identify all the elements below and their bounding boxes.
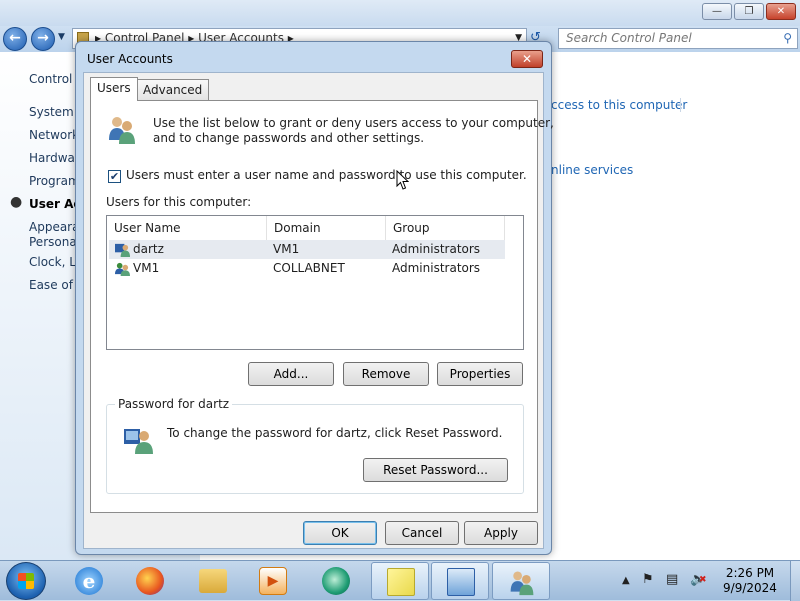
sidebar-item-hardware[interactable]: Hardwar	[29, 151, 80, 165]
mouse-cursor-icon	[396, 170, 409, 190]
user-accounts-icon	[510, 571, 534, 596]
properties-button[interactable]: Properties	[437, 362, 523, 386]
link-divider	[680, 98, 681, 112]
intro-text-line1: Use the list below to grant or deny user…	[153, 116, 554, 130]
system-clock[interactable]: 2:26 PM 9/9/2024	[718, 566, 782, 596]
link-grant-access[interactable]: ccess to this computer	[551, 98, 687, 112]
firefox-icon	[136, 567, 164, 595]
link-online-services[interactable]: nline services	[551, 163, 633, 177]
search-input[interactable]: Search Control Panel ⚲	[558, 28, 798, 49]
tab-users[interactable]: Users	[90, 77, 138, 101]
minimize-button[interactable]: —	[702, 3, 732, 20]
user-accounts-dialog: User Accounts ✕ Users Advanced Use the l…	[75, 41, 554, 555]
column-header-user-name[interactable]: User Name	[107, 216, 267, 240]
users-list[interactable]: User Name Domain Group dartz VM1 Adminis…	[106, 215, 524, 350]
taskbar-control-panel[interactable]	[431, 562, 489, 600]
taskbar-windows-explorer[interactable]	[184, 562, 242, 600]
show-hidden-icons-chevron-icon[interactable]: ▲	[622, 575, 630, 586]
user-icon	[115, 262, 130, 276]
show-desktop-button[interactable]	[790, 561, 800, 601]
explorer-folder-icon	[199, 569, 227, 593]
clock-date: 9/9/2024	[723, 581, 777, 595]
intro-text-line2: and to change passwords and other settin…	[153, 131, 425, 145]
table-row[interactable]: VM1 COLLABNET Administrators	[109, 259, 505, 278]
user-icon	[115, 243, 130, 257]
back-icon[interactable]: ←	[3, 27, 27, 51]
dialog-body: Users Advanced Use the list below to gra…	[83, 72, 554, 549]
password-groupbox: Password for dartz To change the passwor…	[106, 397, 524, 494]
action-center-flag-icon[interactable]: ⚑	[642, 572, 654, 587]
sidebar-item-programs[interactable]: Program	[29, 174, 80, 188]
taskbar-internet-explorer[interactable]: e	[60, 562, 118, 600]
control-panel-icon	[447, 568, 475, 596]
users-list-label: Users for this computer:	[106, 195, 252, 209]
taskbar-media-player[interactable]: ▶	[244, 562, 302, 600]
cell-domain: VM1	[273, 242, 300, 256]
sidebar-item-personalization[interactable]: Personal	[29, 235, 80, 249]
users-tab-panel: Use the list below to grant or deny user…	[90, 100, 554, 513]
sidebar-item-network[interactable]: Network	[29, 128, 79, 142]
search-icon[interactable]: ⚲	[783, 29, 792, 48]
column-header-domain[interactable]: Domain	[267, 216, 386, 240]
apply-button[interactable]: Apply	[464, 521, 538, 545]
table-row[interactable]: dartz VM1 Administrators	[109, 240, 505, 259]
ok-button[interactable]: OK	[303, 521, 377, 545]
sidebar-item-appearance[interactable]: Appeara	[29, 220, 79, 234]
cell-user-name: VM1	[133, 261, 160, 275]
require-password-label[interactable]: Users must enter a user name and passwor…	[126, 168, 527, 182]
clock-time: 2:26 PM	[725, 566, 775, 580]
app-icon	[322, 567, 350, 595]
sticky-notes-icon	[387, 568, 415, 596]
password-group-legend: Password for dartz	[115, 397, 233, 411]
user-password-icon	[124, 429, 153, 454]
add-button[interactable]: Add...	[248, 362, 334, 386]
column-header-group[interactable]: Group	[386, 216, 505, 240]
current-item-bullet: ●	[10, 194, 23, 210]
control-panel-titlebar: — ❐ ✕	[0, 0, 800, 26]
media-player-icon: ▶	[259, 567, 287, 595]
cell-domain: COLLABNET	[273, 261, 345, 275]
remove-button[interactable]: Remove	[343, 362, 429, 386]
dialog-title: User Accounts	[87, 52, 173, 66]
reset-password-button[interactable]: Reset Password...	[363, 458, 508, 482]
maximize-button[interactable]: ❐	[734, 3, 764, 20]
password-help-text: To change the password for dartz, click …	[167, 426, 503, 440]
taskbar: e ▶ ▲ ⚑ ▤ 🔈 ✖ 2:26 PM 9/9/2024	[0, 560, 800, 601]
cell-group: Administrators	[392, 242, 481, 256]
recent-pages-chevron-icon[interactable]: ▼	[58, 32, 65, 42]
cell-group: Administrators	[392, 261, 481, 275]
network-icon[interactable]: ▤	[666, 572, 678, 587]
taskbar-firefox[interactable]	[121, 562, 179, 600]
dialog-close-button[interactable]: ✕	[511, 50, 543, 68]
taskbar-user-accounts[interactable]	[492, 562, 550, 600]
forward-icon[interactable]: →	[31, 27, 55, 51]
cancel-button[interactable]: Cancel	[385, 521, 459, 545]
header-filler	[505, 216, 523, 240]
users-icon	[109, 117, 135, 144]
taskbar-sticky-notes[interactable]	[371, 562, 429, 600]
search-placeholder: Search Control Panel	[566, 31, 692, 45]
volume-muted-icon[interactable]: 🔈 ✖	[690, 572, 707, 587]
require-password-checkbox[interactable]: ✔	[108, 170, 121, 183]
close-button[interactable]: ✕	[766, 3, 796, 20]
taskbar-app[interactable]	[307, 562, 365, 600]
internet-explorer-icon: e	[75, 567, 103, 595]
tab-advanced[interactable]: Advanced	[136, 79, 210, 100]
start-button[interactable]	[6, 562, 46, 600]
cell-user-name: dartz	[133, 242, 164, 256]
